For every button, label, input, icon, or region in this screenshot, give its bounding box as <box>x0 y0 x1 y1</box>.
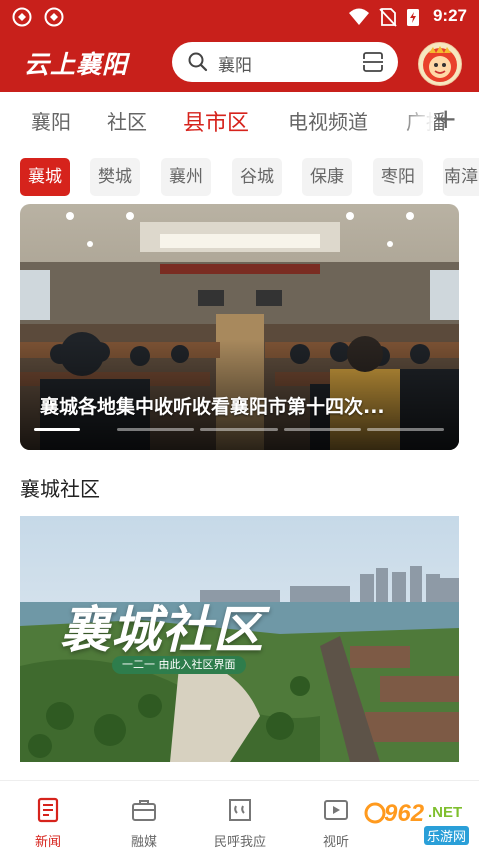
community-feature-card[interactable]: 襄城社区 一二一 由此入社区界面 <box>20 516 459 762</box>
nav-label: 民呼我应 <box>213 835 266 850</box>
carousel-dot[interactable] <box>117 428 195 431</box>
clock: 9:27 <box>432 6 467 25</box>
nav-news[interactable]: 新闻 <box>0 781 96 852</box>
nav-label: 新闻 <box>34 835 61 850</box>
scan-icon[interactable] <box>362 52 384 72</box>
chip-gucheng[interactable]: 谷城 <box>232 158 282 196</box>
status-bar: 9:27 <box>0 0 479 34</box>
chip-zaoyang[interactable]: 枣阳 <box>373 158 423 196</box>
tab-community[interactable]: 社区 <box>107 106 147 135</box>
nav-label: 融媒 <box>130 835 157 850</box>
app-logo: 云上襄阳 <box>24 50 129 79</box>
carousel-indicator <box>34 428 444 431</box>
feature-title: 襄城社区 <box>60 601 264 659</box>
carousel-dot[interactable] <box>34 428 81 431</box>
chip-xiangcheng[interactable]: 襄城 <box>20 158 70 196</box>
wifi-icon <box>349 8 369 25</box>
nav-media[interactable]: 融媒 <box>96 781 192 852</box>
tab-xiangyang[interactable]: 襄阳 <box>31 106 71 135</box>
tab-fade <box>398 92 434 150</box>
no-sim-icon <box>379 8 397 27</box>
county-chips: 襄城 樊城 襄州 谷城 保康 枣阳 南漳 <box>0 158 479 198</box>
news-icon <box>37 797 59 823</box>
battery-charging-icon <box>407 9 419 26</box>
app-notification-icon <box>44 7 64 27</box>
carousel-dot[interactable] <box>200 428 278 431</box>
chip-baokang[interactable]: 保康 <box>302 158 352 196</box>
app-notification-icon <box>12 7 32 27</box>
tab-tv-channels[interactable]: 电视频道 <box>288 106 368 135</box>
mascot-avatar-icon <box>423 46 457 82</box>
section-title: 襄城社区 <box>20 477 100 501</box>
search-input[interactable]: 襄阳 <box>218 51 252 76</box>
carousel-dot[interactable] <box>366 428 444 431</box>
site-watermark: 962 .NET 乐游网 <box>364 798 474 845</box>
briefcase-icon <box>132 800 156 821</box>
app-header: 云上襄阳 襄阳 <box>0 34 479 92</box>
carousel-dot[interactable] <box>283 428 361 431</box>
chip-nanzhang[interactable]: 南漳 <box>443 158 479 196</box>
feature-subtitle: 一二一 由此入社区界面 <box>112 656 246 674</box>
watermark-site-name: 乐游网 <box>424 826 470 845</box>
watermark-logo-icon <box>364 802 386 824</box>
carousel-headline[interactable]: 襄城各地集中收听收看襄阳市第十四次... <box>40 392 385 419</box>
video-icon <box>324 800 348 820</box>
tab-counties[interactable]: 县市区 <box>183 105 249 137</box>
nav-public-voice[interactable]: 民呼我应 <box>192 781 288 852</box>
news-carousel[interactable]: 襄城各地集中收听收看襄阳市第十四次... <box>20 204 459 450</box>
quote-icon <box>229 799 251 821</box>
user-avatar[interactable] <box>418 42 462 86</box>
watermark-domain: .NET <box>428 804 463 821</box>
search-icon <box>188 52 208 72</box>
add-channel-icon[interactable]: + <box>434 102 457 135</box>
channel-tabs: 襄阳 社区 县市区 电视频道 广播 + <box>0 92 479 150</box>
chip-xiangzhou[interactable]: 襄州 <box>161 158 211 196</box>
chip-fancheng[interactable]: 樊城 <box>90 158 140 196</box>
search-bar[interactable]: 襄阳 <box>172 42 398 82</box>
watermark-number: 962 <box>384 800 425 827</box>
